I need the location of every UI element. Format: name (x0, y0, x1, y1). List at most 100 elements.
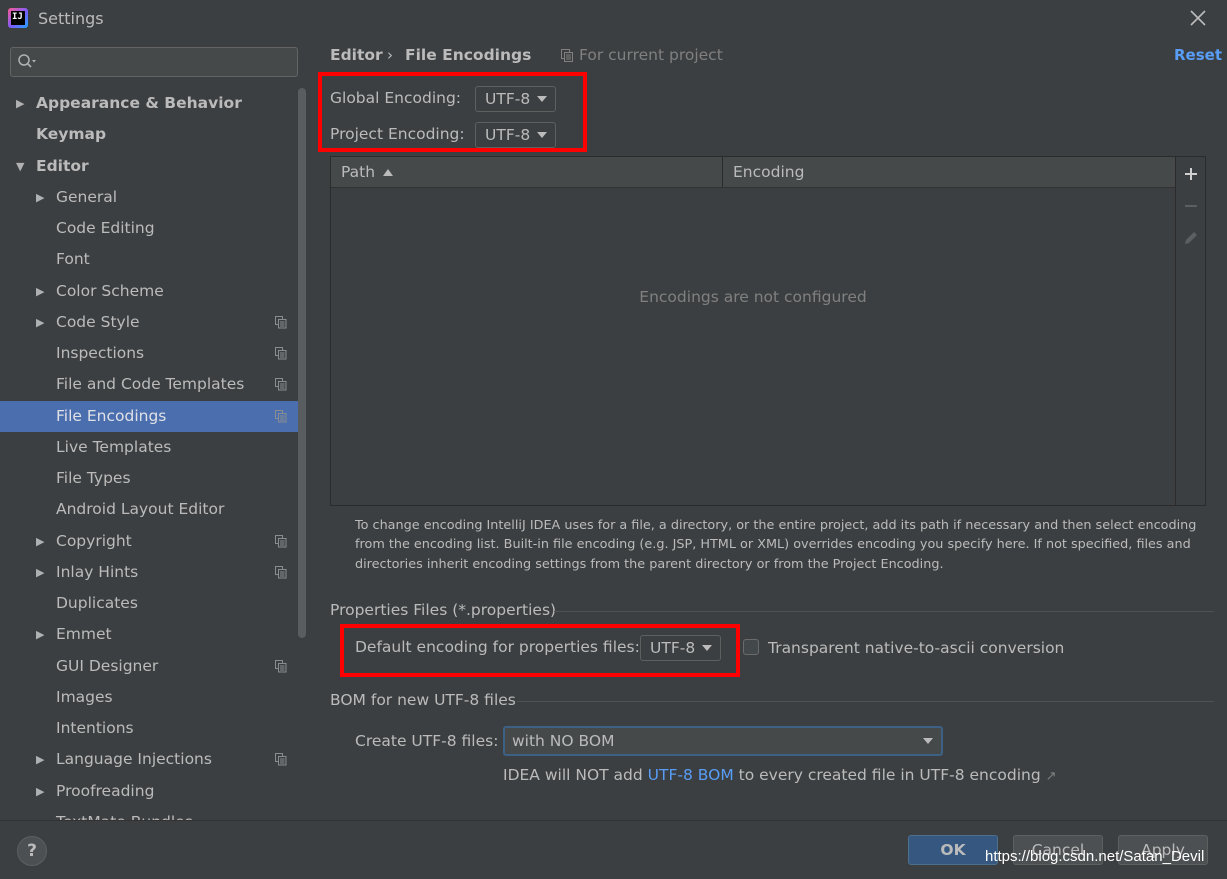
sidebar-item-duplicates[interactable]: Duplicates (0, 588, 300, 619)
sidebar-item-live-templates[interactable]: Live Templates (0, 432, 300, 463)
sidebar-item-label: Color Scheme (56, 281, 164, 300)
search-icon (18, 54, 36, 68)
sidebar-item-label: Appearance & Behavior (36, 94, 242, 112)
sidebar-item-label: Live Templates (56, 437, 172, 456)
highlight-box-encodings (318, 72, 587, 152)
sidebar-item-appearance-behavior[interactable]: ▶ Appearance & Behavior (0, 88, 300, 119)
project-scope-icon (275, 409, 287, 422)
sidebar-item-label: File Encodings (56, 406, 167, 425)
encodings-table[interactable]: Path Encoding Encodings are not configur… (330, 156, 1176, 506)
column-divider[interactable] (722, 157, 723, 187)
properties-section-title: Properties Files (*.properties) (330, 601, 557, 619)
file-encodings-panel: Editor › File Encodings For current proj… (309, 36, 1227, 820)
project-scope-icon (275, 534, 287, 547)
expand-right-icon[interactable]: ▶ (36, 307, 44, 338)
expand-right-icon[interactable]: ▶ (36, 557, 44, 588)
expand-right-icon[interactable]: ▶ (36, 744, 44, 775)
sidebar-item-textmate-bundles[interactable]: TextMate Bundles (0, 807, 300, 820)
project-scope-icon (275, 378, 287, 391)
encoding-help-text: To change encoding IntelliJ IDEA uses fo… (355, 518, 1197, 572)
transparent-conversion-label[interactable]: Transparent native-to-ascii conversion (768, 639, 1064, 657)
breadcrumb-separator: › (387, 46, 393, 64)
sort-ascending-icon (383, 169, 393, 176)
settings-sidebar: ▶ Appearance & Behavior Keymap ▼ Editor ▶ Gene… (0, 36, 309, 820)
sidebar-item-intentions[interactable]: Intentions (0, 713, 300, 744)
close-icon[interactable] (1186, 6, 1210, 30)
table-empty-message: Encodings are not configured (639, 288, 867, 306)
dialog-footer: ? OK Cancel Apply https://blog.csdn.net/… (0, 820, 1227, 879)
sidebar-item-label: Intentions (56, 719, 134, 737)
expand-right-icon[interactable]: ▶ (16, 88, 24, 119)
sidebar-item-label: TextMate Bundles (56, 807, 193, 820)
create-utf8-select[interactable]: with NO BOM (503, 726, 943, 756)
sidebar-item-copyright[interactable]: ▶ Copyright (0, 526, 300, 557)
expand-right-icon[interactable]: ▶ (36, 276, 44, 307)
column-header-encoding[interactable]: Encoding (733, 163, 804, 181)
bom-note-suffix: to every created file in UTF-8 encoding (733, 766, 1041, 784)
section-divider (554, 611, 1214, 612)
edit-icon[interactable] (1180, 227, 1202, 249)
intellij-app-icon: IJ (8, 8, 28, 28)
sidebar-item-label: Android Layout Editor (56, 500, 225, 519)
add-icon[interactable] (1180, 163, 1202, 185)
sidebar-item-label: GUI Designer (56, 656, 159, 675)
sidebar-item-inspections[interactable]: Inspections (0, 338, 300, 369)
expand-right-icon[interactable]: ▶ (36, 526, 44, 557)
expand-right-icon[interactable]: ▶ (36, 776, 44, 807)
expand-right-icon[interactable]: ▶ (36, 182, 44, 213)
table-toolbar (1176, 156, 1206, 506)
project-scope-icon (561, 49, 573, 62)
sidebar-item-label: File and Code Templates (56, 375, 245, 394)
scope-label: For current project (579, 46, 723, 64)
bom-note: IDEA will NOT add UTF-8 BOM to every cre… (503, 766, 1057, 784)
column-header-path[interactable]: Path (341, 163, 375, 181)
sidebar-item-label: Code Style (56, 312, 140, 331)
chevron-down-icon (923, 738, 933, 744)
create-utf8-value: with NO BOM (512, 732, 615, 750)
sidebar-item-label: Inspections (56, 344, 145, 362)
sidebar-item-file-types[interactable]: File Types (0, 463, 300, 494)
sidebar-item-images[interactable]: Images (0, 682, 300, 713)
expand-right-icon[interactable]: ▶ (36, 619, 44, 650)
sidebar-item-font[interactable]: Font (0, 244, 300, 275)
sidebar-item-file-and-code-templates[interactable]: File and Code Templates (0, 369, 300, 400)
remove-icon[interactable] (1180, 195, 1202, 217)
reset-link[interactable]: Reset (1174, 46, 1222, 64)
project-scope-icon (275, 347, 287, 360)
window-title: Settings (38, 9, 104, 28)
sidebar-scrollbar[interactable] (298, 88, 306, 638)
breadcrumb-editor[interactable]: Editor (330, 46, 383, 64)
settings-search-input[interactable] (10, 47, 298, 77)
sidebar-item-label: Language Injections (56, 750, 212, 769)
external-link-icon[interactable]: ↗ (1046, 769, 1057, 784)
table-header: Path Encoding (331, 157, 1175, 188)
help-button[interactable]: ? (17, 836, 47, 866)
expand-down-icon[interactable]: ▼ (16, 151, 24, 182)
sidebar-item-label: Proofreading (56, 781, 155, 800)
sidebar-item-code-style[interactable]: ▶ Code Style (0, 307, 300, 338)
project-scope-icon (275, 659, 287, 672)
transparent-conversion-checkbox[interactable] (743, 639, 759, 655)
sidebar-item-inlay-hints[interactable]: ▶ Inlay Hints (0, 557, 300, 588)
sidebar-item-file-encodings[interactable]: File Encodings (0, 400, 300, 432)
sidebar-item-label: Images (56, 687, 113, 706)
sidebar-item-emmet[interactable]: ▶ Emmet (0, 619, 300, 650)
sidebar-item-gui-designer[interactable]: GUI Designer (0, 651, 300, 682)
section-divider (517, 701, 1214, 702)
sidebar-item-label: Font (56, 250, 90, 269)
breadcrumb-file-encodings: File Encodings (405, 46, 532, 64)
create-utf8-label: Create UTF-8 files: (355, 732, 499, 750)
sidebar-item-label: File Types (56, 469, 131, 487)
sidebar-item-keymap[interactable]: Keymap (0, 119, 300, 150)
sidebar-item-general[interactable]: ▶ General (0, 182, 300, 213)
sidebar-item-editor[interactable]: ▼ Editor (0, 151, 300, 182)
sidebar-item-android-layout-editor[interactable]: Android Layout Editor (0, 494, 300, 525)
bom-section-title: BOM for new UTF-8 files (330, 691, 516, 709)
sidebar-item-language-injections[interactable]: ▶ Language Injections (0, 744, 300, 775)
sidebar-item-proofreading[interactable]: ▶ Proofreading (0, 776, 300, 807)
highlight-box-properties (340, 624, 740, 677)
sidebar-item-code-editing[interactable]: Code Editing (0, 213, 300, 244)
utf8-bom-link[interactable]: UTF-8 BOM (648, 766, 734, 784)
sidebar-item-color-scheme[interactable]: ▶ Color Scheme (0, 276, 300, 307)
sidebar-item-label: Inlay Hints (56, 562, 139, 581)
